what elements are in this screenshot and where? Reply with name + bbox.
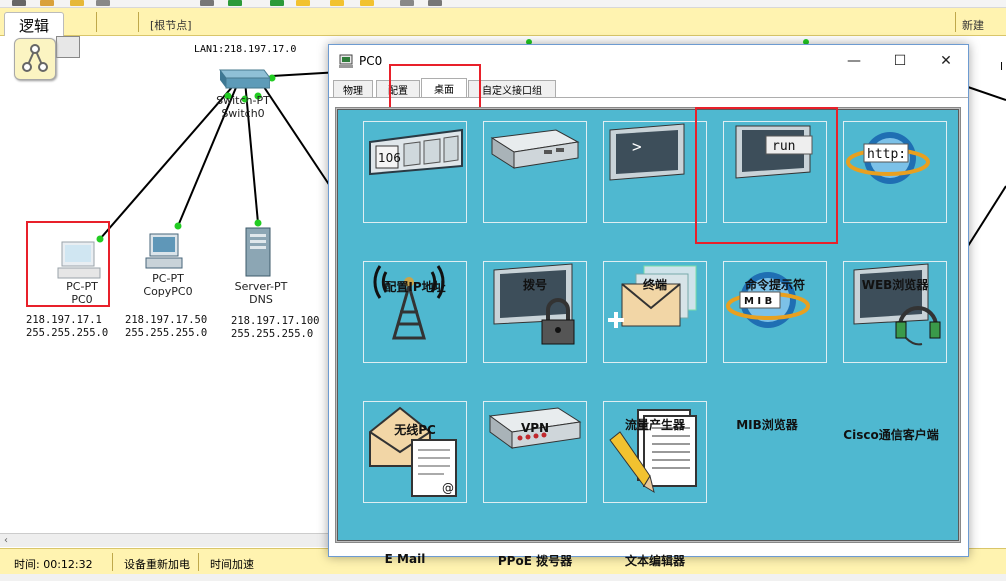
pppoe-dialer-app[interactable] — [483, 401, 587, 503]
copypc0-ip: 218.197.17.50 255.255.255.0 — [125, 314, 208, 339]
maximize-button[interactable]: ☐ — [877, 45, 923, 77]
close-button[interactable]: ✕ — [923, 45, 969, 77]
offscreen-label: l — [1000, 60, 1004, 73]
time-display: 时间: 00:12:32 — [14, 558, 93, 571]
activity-icon[interactable] — [200, 0, 214, 6]
window-title: PC0 — [359, 54, 383, 68]
terminal-app[interactable]: > — [603, 121, 707, 223]
dialup-label: 拨号 — [522, 278, 547, 292]
pppoe-dialer-label: PPoE 拨号器 — [497, 554, 573, 568]
web-browser-icon: http: — [846, 132, 930, 184]
new-cluster-button[interactable]: 新建 — [962, 17, 984, 33]
command-prompt-label: 命令提示符 — [744, 278, 805, 292]
mib-browser-label: MIB浏览器 — [736, 418, 798, 432]
highlight-box — [389, 64, 481, 109]
svg-text:@: @ — [442, 481, 454, 495]
toolbar-separator — [955, 12, 956, 32]
check2-icon[interactable] — [270, 0, 284, 6]
bottom-strip — [0, 574, 1006, 581]
wireless-icon — [373, 265, 445, 340]
marker-icon[interactable] — [360, 0, 374, 6]
power-cycle-button[interactable]: 设备重新加电 — [124, 556, 190, 572]
server-label: Server-PT DNS — [234, 280, 288, 306]
highlight-box — [695, 107, 838, 244]
svg-text:>: > — [632, 137, 642, 156]
text-editor-label: 文本编辑器 — [624, 554, 685, 568]
wireless-label: 无线PC — [394, 423, 436, 437]
ip-config-icon: 106 — [369, 128, 463, 176]
switch-label: Switch-PT Switch0 — [216, 94, 270, 120]
app-icon — [339, 54, 353, 68]
minimize-button[interactable]: — — [831, 45, 877, 77]
web-browser-label: WEB浏览器 — [861, 278, 929, 292]
open-file-icon[interactable] — [40, 0, 54, 6]
terminal-icon: > — [609, 123, 685, 181]
svg-text:106: 106 — [378, 151, 401, 165]
svg-text:http:: http: — [867, 147, 906, 162]
email-label: E Mail — [384, 552, 426, 566]
tab-custom-interface[interactable]: 自定义接口组 — [468, 80, 556, 98]
pc0-ip: 218.197.17.1 255.255.255.0 — [26, 314, 109, 339]
root-node-label[interactable]: [根节点] — [150, 17, 192, 33]
horizontal-scrollbar[interactable]: ‹ — [0, 533, 330, 547]
dialup-icon — [490, 129, 580, 169]
pencil-icon[interactable] — [330, 0, 344, 6]
tab-physical[interactable]: 物理 — [333, 80, 373, 98]
dialup-app[interactable] — [483, 121, 587, 223]
web-browser-app[interactable]: http: — [843, 121, 947, 223]
save-icon[interactable] — [70, 0, 84, 6]
fast-forward-button[interactable]: 时间加速 — [210, 556, 254, 572]
keyboard-icon[interactable] — [400, 0, 414, 6]
draw-line-icon[interactable] — [296, 0, 310, 6]
ip-config-app[interactable]: 106 — [363, 121, 467, 223]
new-file-icon[interactable] — [12, 0, 26, 6]
scroll-left-icon[interactable]: ‹ — [4, 535, 8, 546]
copypc0-label: PC-PT CopyPC0 — [143, 272, 193, 298]
cisco-communicator-label: Cisco通信客户端 — [843, 428, 939, 442]
lan-label: LAN1:218.197.17.0 — [194, 44, 297, 55]
email-icon: @ — [369, 406, 457, 497]
toolbar-separator — [96, 12, 97, 32]
email-app[interactable]: @ — [363, 401, 467, 503]
pc0-window: PC0 — ☐ ✕ 物理 配置 桌面 自定义接口组 106 > run http… — [328, 44, 969, 568]
cable-icon[interactable] — [428, 0, 442, 6]
print-icon[interactable] — [96, 0, 110, 6]
ip-config-label: 配置IP地址 — [384, 280, 446, 294]
wireless-app[interactable] — [363, 261, 467, 363]
server-icon[interactable] — [242, 226, 274, 278]
main-toolbar — [0, 0, 1006, 8]
terminal-label: 终端 — [642, 278, 667, 292]
check-icon[interactable] — [228, 0, 242, 6]
logic-tab[interactable]: 逻辑 — [4, 12, 64, 38]
vpn-label: VPN — [520, 421, 550, 435]
switch-icon[interactable] — [214, 66, 270, 92]
toolbar-separator — [138, 12, 139, 32]
pppoe-dialer-icon — [488, 407, 582, 449]
server-ip: 218.197.17.100 255.255.255.0 — [231, 315, 320, 340]
pc-icon[interactable] — [144, 232, 184, 272]
highlight-box — [26, 221, 110, 307]
desktop-panel: 106 > run http: M I B @ 配置IP地址 拨号 终端 命令提… — [337, 109, 959, 568]
svg-text:M I B: M I B — [744, 296, 772, 307]
